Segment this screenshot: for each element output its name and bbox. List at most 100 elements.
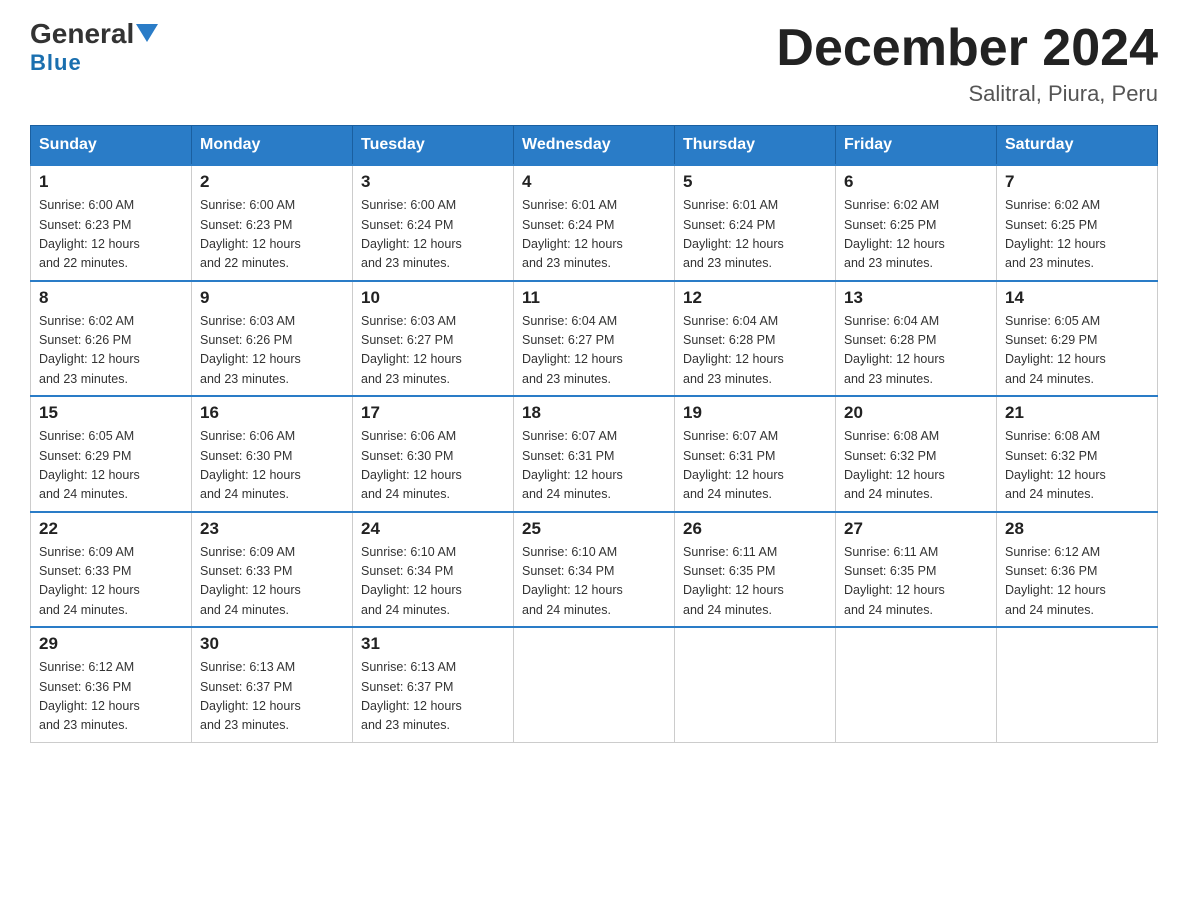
calendar-cell: 16 Sunrise: 6:06 AM Sunset: 6:30 PM Dayl… <box>192 396 353 512</box>
week-row-4: 22 Sunrise: 6:09 AM Sunset: 6:33 PM Dayl… <box>31 512 1158 628</box>
column-header-friday: Friday <box>836 126 997 166</box>
day-info: Sunrise: 6:04 AM Sunset: 6:27 PM Dayligh… <box>522 312 666 390</box>
calendar-cell: 31 Sunrise: 6:13 AM Sunset: 6:37 PM Dayl… <box>353 627 514 742</box>
day-info: Sunrise: 6:05 AM Sunset: 6:29 PM Dayligh… <box>1005 312 1149 390</box>
day-info: Sunrise: 6:05 AM Sunset: 6:29 PM Dayligh… <box>39 427 183 505</box>
day-number: 6 <box>844 172 988 192</box>
day-info: Sunrise: 6:11 AM Sunset: 6:35 PM Dayligh… <box>844 543 988 621</box>
day-number: 8 <box>39 288 183 308</box>
day-number: 22 <box>39 519 183 539</box>
day-info: Sunrise: 6:13 AM Sunset: 6:37 PM Dayligh… <box>361 658 505 736</box>
calendar-cell: 27 Sunrise: 6:11 AM Sunset: 6:35 PM Dayl… <box>836 512 997 628</box>
logo-general-text: General <box>30 20 134 48</box>
calendar-cell: 24 Sunrise: 6:10 AM Sunset: 6:34 PM Dayl… <box>353 512 514 628</box>
day-info: Sunrise: 6:08 AM Sunset: 6:32 PM Dayligh… <box>844 427 988 505</box>
calendar-cell: 29 Sunrise: 6:12 AM Sunset: 6:36 PM Dayl… <box>31 627 192 742</box>
calendar-cell: 25 Sunrise: 6:10 AM Sunset: 6:34 PM Dayl… <box>514 512 675 628</box>
day-number: 14 <box>1005 288 1149 308</box>
calendar-cell: 20 Sunrise: 6:08 AM Sunset: 6:32 PM Dayl… <box>836 396 997 512</box>
column-header-saturday: Saturday <box>997 126 1158 166</box>
day-number: 12 <box>683 288 827 308</box>
logo-triangle-icon <box>136 24 158 42</box>
day-info: Sunrise: 6:06 AM Sunset: 6:30 PM Dayligh… <box>200 427 344 505</box>
column-header-thursday: Thursday <box>675 126 836 166</box>
day-number: 28 <box>1005 519 1149 539</box>
calendar-cell: 30 Sunrise: 6:13 AM Sunset: 6:37 PM Dayl… <box>192 627 353 742</box>
day-info: Sunrise: 6:13 AM Sunset: 6:37 PM Dayligh… <box>200 658 344 736</box>
calendar-cell: 6 Sunrise: 6:02 AM Sunset: 6:25 PM Dayli… <box>836 165 997 281</box>
calendar-cell: 2 Sunrise: 6:00 AM Sunset: 6:23 PM Dayli… <box>192 165 353 281</box>
day-info: Sunrise: 6:04 AM Sunset: 6:28 PM Dayligh… <box>683 312 827 390</box>
calendar-cell: 18 Sunrise: 6:07 AM Sunset: 6:31 PM Dayl… <box>514 396 675 512</box>
day-info: Sunrise: 6:12 AM Sunset: 6:36 PM Dayligh… <box>1005 543 1149 621</box>
day-number: 4 <box>522 172 666 192</box>
day-info: Sunrise: 6:11 AM Sunset: 6:35 PM Dayligh… <box>683 543 827 621</box>
day-number: 7 <box>1005 172 1149 192</box>
calendar-cell <box>836 627 997 742</box>
day-info: Sunrise: 6:02 AM Sunset: 6:25 PM Dayligh… <box>1005 196 1149 274</box>
week-row-5: 29 Sunrise: 6:12 AM Sunset: 6:36 PM Dayl… <box>31 627 1158 742</box>
calendar-cell: 21 Sunrise: 6:08 AM Sunset: 6:32 PM Dayl… <box>997 396 1158 512</box>
day-number: 30 <box>200 634 344 654</box>
calendar-cell: 14 Sunrise: 6:05 AM Sunset: 6:29 PM Dayl… <box>997 281 1158 397</box>
day-info: Sunrise: 6:06 AM Sunset: 6:30 PM Dayligh… <box>361 427 505 505</box>
calendar-cell: 9 Sunrise: 6:03 AM Sunset: 6:26 PM Dayli… <box>192 281 353 397</box>
week-row-1: 1 Sunrise: 6:00 AM Sunset: 6:23 PM Dayli… <box>31 165 1158 281</box>
month-title: December 2024 <box>776 20 1158 77</box>
calendar-cell: 11 Sunrise: 6:04 AM Sunset: 6:27 PM Dayl… <box>514 281 675 397</box>
day-number: 20 <box>844 403 988 423</box>
calendar-cell: 4 Sunrise: 6:01 AM Sunset: 6:24 PM Dayli… <box>514 165 675 281</box>
calendar-cell: 12 Sunrise: 6:04 AM Sunset: 6:28 PM Dayl… <box>675 281 836 397</box>
day-number: 29 <box>39 634 183 654</box>
day-number: 16 <box>200 403 344 423</box>
calendar-cell: 3 Sunrise: 6:00 AM Sunset: 6:24 PM Dayli… <box>353 165 514 281</box>
day-info: Sunrise: 6:03 AM Sunset: 6:27 PM Dayligh… <box>361 312 505 390</box>
day-info: Sunrise: 6:08 AM Sunset: 6:32 PM Dayligh… <box>1005 427 1149 505</box>
day-number: 5 <box>683 172 827 192</box>
calendar-cell <box>997 627 1158 742</box>
calendar-cell: 23 Sunrise: 6:09 AM Sunset: 6:33 PM Dayl… <box>192 512 353 628</box>
calendar-cell: 5 Sunrise: 6:01 AM Sunset: 6:24 PM Dayli… <box>675 165 836 281</box>
logo: General Blue <box>30 20 158 76</box>
day-number: 1 <box>39 172 183 192</box>
day-info: Sunrise: 6:00 AM Sunset: 6:23 PM Dayligh… <box>200 196 344 274</box>
day-info: Sunrise: 6:09 AM Sunset: 6:33 PM Dayligh… <box>39 543 183 621</box>
calendar-cell: 19 Sunrise: 6:07 AM Sunset: 6:31 PM Dayl… <box>675 396 836 512</box>
page-header: General Blue December 2024 Salitral, Piu… <box>30 20 1158 107</box>
calendar-cell: 28 Sunrise: 6:12 AM Sunset: 6:36 PM Dayl… <box>997 512 1158 628</box>
day-info: Sunrise: 6:00 AM Sunset: 6:24 PM Dayligh… <box>361 196 505 274</box>
title-section: December 2024 Salitral, Piura, Peru <box>776 20 1158 107</box>
calendar-cell: 1 Sunrise: 6:00 AM Sunset: 6:23 PM Dayli… <box>31 165 192 281</box>
day-number: 2 <box>200 172 344 192</box>
logo-blue-text: Blue <box>30 50 82 76</box>
day-number: 11 <box>522 288 666 308</box>
day-info: Sunrise: 6:01 AM Sunset: 6:24 PM Dayligh… <box>683 196 827 274</box>
day-number: 18 <box>522 403 666 423</box>
calendar-header-row: SundayMondayTuesdayWednesdayThursdayFrid… <box>31 126 1158 166</box>
calendar-cell <box>514 627 675 742</box>
day-number: 15 <box>39 403 183 423</box>
day-info: Sunrise: 6:12 AM Sunset: 6:36 PM Dayligh… <box>39 658 183 736</box>
calendar-cell: 26 Sunrise: 6:11 AM Sunset: 6:35 PM Dayl… <box>675 512 836 628</box>
day-number: 19 <box>683 403 827 423</box>
day-number: 3 <box>361 172 505 192</box>
week-row-2: 8 Sunrise: 6:02 AM Sunset: 6:26 PM Dayli… <box>31 281 1158 397</box>
day-info: Sunrise: 6:02 AM Sunset: 6:25 PM Dayligh… <box>844 196 988 274</box>
day-number: 24 <box>361 519 505 539</box>
day-info: Sunrise: 6:10 AM Sunset: 6:34 PM Dayligh… <box>361 543 505 621</box>
calendar-cell: 13 Sunrise: 6:04 AM Sunset: 6:28 PM Dayl… <box>836 281 997 397</box>
calendar-cell: 8 Sunrise: 6:02 AM Sunset: 6:26 PM Dayli… <box>31 281 192 397</box>
calendar-cell: 22 Sunrise: 6:09 AM Sunset: 6:33 PM Dayl… <box>31 512 192 628</box>
day-number: 31 <box>361 634 505 654</box>
day-info: Sunrise: 6:03 AM Sunset: 6:26 PM Dayligh… <box>200 312 344 390</box>
column-header-monday: Monday <box>192 126 353 166</box>
location-text: Salitral, Piura, Peru <box>776 81 1158 107</box>
column-header-tuesday: Tuesday <box>353 126 514 166</box>
calendar-cell <box>675 627 836 742</box>
day-number: 23 <box>200 519 344 539</box>
calendar-cell: 10 Sunrise: 6:03 AM Sunset: 6:27 PM Dayl… <box>353 281 514 397</box>
calendar-cell: 7 Sunrise: 6:02 AM Sunset: 6:25 PM Dayli… <box>997 165 1158 281</box>
day-number: 9 <box>200 288 344 308</box>
day-info: Sunrise: 6:09 AM Sunset: 6:33 PM Dayligh… <box>200 543 344 621</box>
day-info: Sunrise: 6:04 AM Sunset: 6:28 PM Dayligh… <box>844 312 988 390</box>
